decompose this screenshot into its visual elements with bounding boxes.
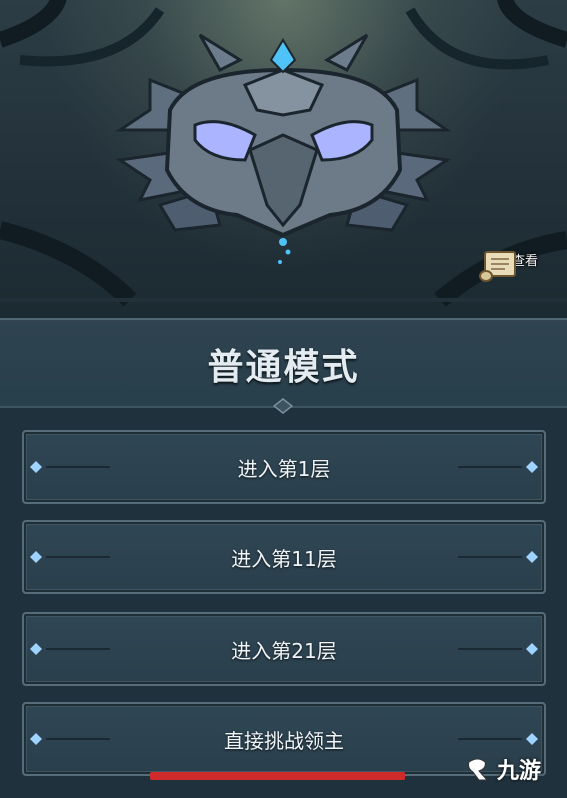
drop-preview-button[interactable]: 掉落查看: [477, 248, 547, 308]
header-gem-icon: [273, 398, 293, 414]
watermark: 九游: [463, 750, 553, 788]
floor-1-label: 进入第1层: [237, 456, 331, 481]
boss-banner: 掉落查看: [0, 0, 567, 318]
scroll-indicator-bar: [150, 772, 405, 780]
jiuyou-logo-icon: [468, 758, 489, 781]
mode-header: 普通模式: [0, 318, 567, 414]
floor-21-label: 进入第21层: [231, 638, 337, 663]
watermark-text: 九游: [497, 759, 542, 784]
floor-1-button[interactable]: 进入第1层: [22, 430, 546, 504]
scroll-icon: [479, 251, 516, 282]
floor-11-button[interactable]: 进入第11层: [22, 520, 546, 594]
floor-11-label: 进入第11层: [231, 546, 337, 571]
floor-21-button[interactable]: 进入第21层: [22, 612, 546, 686]
mode-title: 普通模式: [207, 347, 360, 388]
